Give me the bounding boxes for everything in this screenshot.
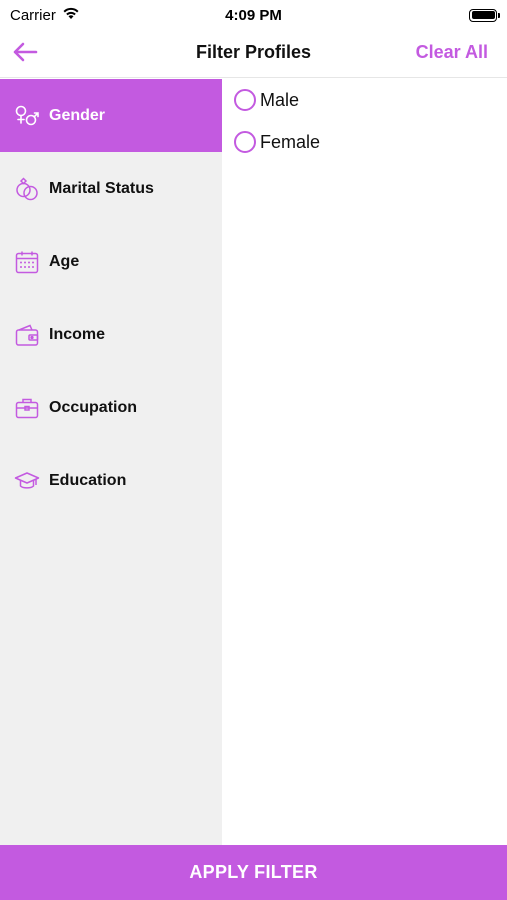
sidebar-item-label: Education — [49, 471, 127, 489]
wallet-icon — [14, 322, 40, 348]
filter-category-sidebar: Gender Marital Status Age Income Occupat… — [0, 79, 222, 845]
briefcase-icon — [14, 395, 40, 421]
sidebar-item-label: Marital Status — [49, 179, 154, 197]
sidebar-item-gender[interactable]: Gender — [0, 79, 222, 152]
sidebar-item-occupation[interactable]: Occupation — [0, 371, 222, 444]
option-label: Male — [260, 89, 300, 110]
gender-icon — [14, 103, 40, 129]
filter-profiles-screen: Carrier 4:09 PM Filter Profiles Clear Al… — [0, 0, 507, 900]
sidebar-item-marital-status[interactable]: Marital Status — [0, 152, 222, 225]
clear-all-button[interactable]: Clear All — [416, 42, 488, 63]
option-label: Female — [260, 131, 321, 152]
option-male[interactable]: Male — [222, 79, 507, 121]
apply-filter-button[interactable]: APPLY FILTER — [0, 845, 507, 900]
status-bar: Carrier 4:09 PM — [0, 0, 507, 30]
carrier-label: Carrier — [10, 6, 56, 24]
radio-button[interactable] — [234, 89, 256, 111]
sidebar-item-age[interactable]: Age — [0, 225, 222, 298]
status-left: Carrier — [10, 6, 80, 24]
calendar-icon — [14, 249, 40, 275]
navigation-bar: Filter Profiles Clear All — [0, 30, 507, 78]
sidebar-item-education[interactable]: Education — [0, 444, 222, 517]
sidebar-item-label: Income — [49, 325, 106, 343]
graduation-cap-icon — [14, 468, 40, 494]
filter-options-panel: Male Female — [222, 79, 507, 845]
rings-icon — [14, 176, 40, 202]
wifi-icon — [62, 6, 80, 24]
radio-button[interactable] — [234, 131, 256, 153]
sidebar-item-label: Occupation — [49, 398, 138, 416]
sidebar-item-income[interactable]: Income — [0, 298, 222, 371]
option-female[interactable]: Female — [222, 121, 507, 163]
sidebar-item-label: Age — [49, 252, 80, 270]
battery-icon — [469, 8, 500, 22]
sidebar-item-label: Gender — [49, 106, 106, 124]
